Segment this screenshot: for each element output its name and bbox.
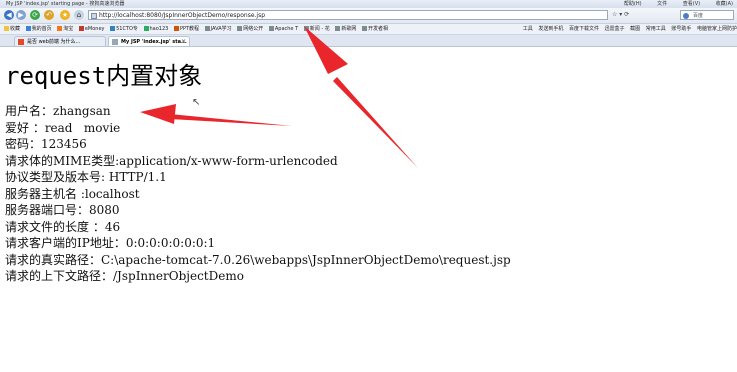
info-line-content-length: 请求文件的长度 ：46 bbox=[5, 220, 121, 234]
toolbar-item[interactable]: 发送到手机 bbox=[538, 24, 563, 34]
page-title: request内置对象 bbox=[5, 62, 203, 90]
undo-icon[interactable]: ↶ bbox=[44, 10, 54, 20]
window-menu: 帮助(H) 文件 查看(V) 收藏(A) bbox=[610, 0, 733, 8]
bookmark-item[interactable]: JAVA学习 bbox=[204, 24, 232, 34]
bookmark-icon bbox=[25, 26, 31, 31]
bookmark-icon bbox=[204, 26, 210, 31]
bookmark-icon bbox=[143, 26, 149, 31]
bookmark-item[interactable]: eMoney bbox=[78, 24, 104, 34]
tools-menu[interactable]: 工具 bbox=[523, 24, 533, 34]
toolbar-item[interactable]: 百度下载文件 bbox=[569, 24, 599, 34]
search-box[interactable]: 百度 bbox=[680, 10, 734, 20]
bookmark-icon bbox=[110, 26, 116, 31]
address-bar-controls[interactable]: ☆ ▾ ⟳ bbox=[612, 11, 629, 18]
info-line-mime-type: 请求体的MIME类型:application/x-www-form-urlenc… bbox=[5, 154, 338, 168]
bookmark-icon bbox=[57, 26, 63, 31]
page-content: request内置对象 用户名：zhangsan 爱好 ：read movie … bbox=[0, 47, 737, 372]
bookmark-icon bbox=[78, 26, 84, 31]
bookmark-icon bbox=[173, 26, 179, 31]
bookmark-item[interactable]: Apache T bbox=[268, 24, 298, 34]
info-line-username: 用户名：zhangsan bbox=[5, 104, 111, 118]
tab-active[interactable]: My JSP 'index.jsp' sta... × bbox=[108, 36, 190, 46]
bookmark-item[interactable]: PPT教程 bbox=[173, 24, 199, 34]
window-title-bar: My JSP 'index.jsp' starting page - 搜狗高速浏… bbox=[0, 0, 737, 8]
info-line-password: 密码：123456 bbox=[5, 137, 87, 151]
navigation-bar: ◀ ▶ ⟳ ↶ ★ ⌂ http://localhost:8080/JspInn… bbox=[0, 8, 737, 24]
bookmark-icon bbox=[303, 26, 309, 31]
menu-item[interactable]: 收藏(A) bbox=[716, 1, 733, 7]
star-icon bbox=[4, 26, 9, 31]
info-line-server-port: 服务器端口号：8080 bbox=[5, 203, 120, 217]
mouse-cursor-icon: ↖ bbox=[192, 97, 201, 108]
toolbar-item[interactable]: 常用工具 bbox=[646, 24, 666, 34]
bookmark-item[interactable]: 新歌网 bbox=[335, 24, 356, 34]
back-icon[interactable]: ◀ bbox=[4, 10, 14, 20]
bookmark-item[interactable]: 51CTO专 bbox=[110, 24, 138, 34]
bookmark-item[interactable]: 收藏 bbox=[4, 24, 20, 34]
menu-item[interactable]: 帮助(H) bbox=[624, 1, 642, 7]
menu-item[interactable]: 查看(V) bbox=[683, 1, 700, 7]
window-title: My JSP 'index.jsp' starting page - 搜狗高速浏… bbox=[6, 1, 125, 7]
refresh-icon[interactable]: ⟳ bbox=[30, 10, 40, 20]
info-line-hobbies: 爱好 ：read movie bbox=[5, 121, 121, 135]
info-line-context-path: 请求的上下文路径：/JspInnerObjectDemo bbox=[5, 269, 244, 283]
toolbar-item[interactable]: 账号助手 bbox=[671, 24, 691, 34]
tab-label: My JSP 'index.jsp' sta... bbox=[121, 39, 187, 45]
bookmark-item[interactable]: 网络公开 bbox=[237, 24, 263, 34]
search-engine-label: 百度 bbox=[693, 13, 704, 19]
page-icon bbox=[91, 13, 97, 19]
info-line-server-host: 服务器主机名 :localhost bbox=[5, 187, 140, 201]
tab-favicon-icon bbox=[112, 39, 118, 45]
address-bar[interactable]: http://localhost:8080/JspInnerObjectDemo… bbox=[88, 10, 608, 20]
bookmark-icon bbox=[268, 26, 274, 31]
bookmark-icon bbox=[237, 26, 243, 31]
bookmark-item[interactable]: 新闻 - 花 bbox=[303, 24, 330, 34]
search-engine-icon bbox=[683, 13, 689, 19]
address-text: http://localhost:8080/JspInnerObjectDemo… bbox=[99, 12, 266, 19]
info-line-protocol: 协议类型及版本号: HTTP/1.1 bbox=[5, 170, 167, 184]
close-icon[interactable]: × bbox=[181, 37, 186, 46]
bookmark-icon bbox=[361, 26, 367, 31]
tab-label: 是否 web前端 为什么... bbox=[27, 39, 81, 45]
bookmark-item[interactable]: hao123 bbox=[143, 24, 168, 34]
bookmark-icon bbox=[335, 26, 341, 31]
toolbar-right: 工具 发送到手机 百度下载文件 迅雷盒子 截图 常用工具 账号助手 电脑管家上网… bbox=[519, 24, 737, 34]
home-icon[interactable]: ⌂ bbox=[74, 10, 84, 20]
tab-favicon-icon bbox=[18, 39, 24, 45]
toolbar-item[interactable]: 截图 bbox=[630, 24, 640, 34]
tab-inactive[interactable]: 是否 web前端 为什么... bbox=[14, 36, 106, 46]
bookmark-item[interactable]: 开发者相 bbox=[361, 24, 388, 34]
bookmark-item[interactable]: 我的首页 bbox=[25, 24, 52, 34]
favorite-star-icon[interactable]: ★ bbox=[60, 10, 70, 20]
toolbar-item[interactable]: 迅雷盒子 bbox=[605, 24, 625, 34]
bookmark-item[interactable]: 淘宝 bbox=[57, 24, 73, 34]
tab-bar: 是否 web前端 为什么... My JSP 'index.jsp' sta..… bbox=[0, 35, 737, 47]
toolbar-item[interactable]: 电脑管家上网防护 bbox=[697, 24, 737, 34]
info-line-real-path: 请求的真实路径：C:\apache-tomcat-7.0.26\webapps\… bbox=[5, 253, 511, 267]
info-line-client-ip: 请求客户端的IP地址：0:0:0:0:0:0:0:1 bbox=[5, 236, 216, 250]
menu-item[interactable]: 文件 bbox=[657, 1, 667, 7]
bookmarks-bar: 收藏 我的首页 淘宝 eMoney 51CTO专 hao123 PPT教程 JA… bbox=[0, 24, 737, 35]
forward-icon[interactable]: ▶ bbox=[16, 10, 26, 20]
